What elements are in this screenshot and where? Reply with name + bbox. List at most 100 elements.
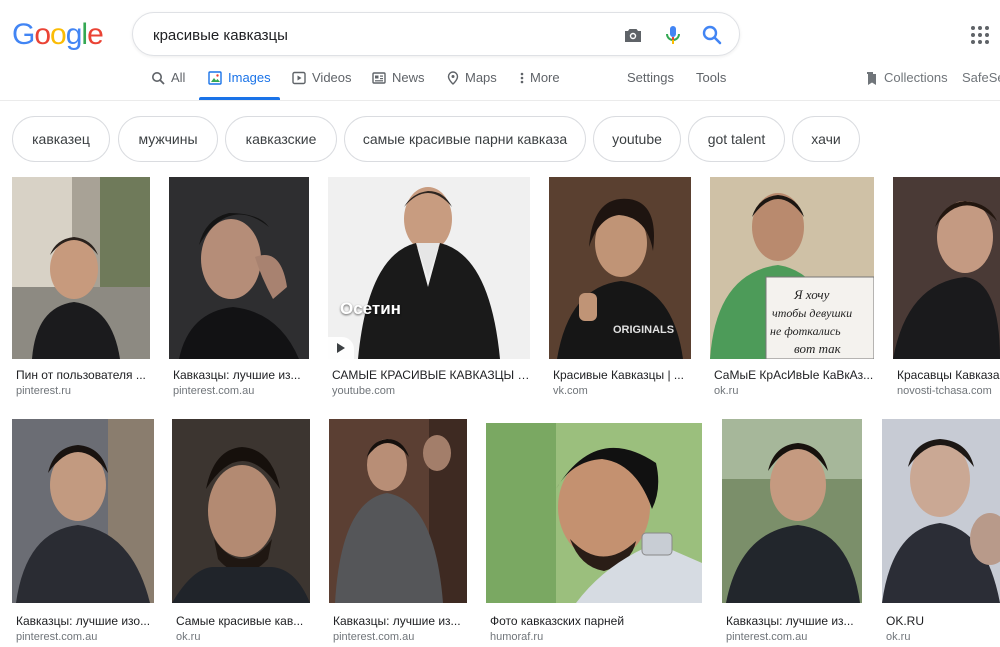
result-thumbnail[interactable] bbox=[722, 419, 862, 603]
apps-grid-icon[interactable] bbox=[970, 25, 990, 45]
tab-settings[interactable]: Settings bbox=[627, 70, 674, 100]
result-source[interactable]: pinterest.com.au bbox=[16, 631, 152, 643]
related-chip[interactable]: мужчины bbox=[118, 116, 218, 162]
result-title[interactable]: Красивые Кавказцы | ... bbox=[553, 368, 689, 382]
play-icon bbox=[337, 343, 345, 353]
tab-tools[interactable]: Tools bbox=[696, 70, 726, 100]
result-thumbnail[interactable] bbox=[893, 177, 1000, 359]
image-result[interactable]: Кавказцы: лучшие из... pinterest.com.au bbox=[722, 419, 864, 643]
svg-text:ORIGINALS: ORIGINALS bbox=[613, 324, 674, 336]
image-result[interactable]: ORIGINALS Красивые Кавказцы | ... vk.com bbox=[549, 177, 691, 399]
result-title[interactable]: Самые красивые кав... bbox=[176, 614, 310, 628]
result-thumbnail[interactable] bbox=[882, 419, 1000, 603]
image-result[interactable]: Самые красивые кав... ok.ru bbox=[172, 419, 312, 643]
search-tabs: All Images Videos News Maps More Setting… bbox=[0, 60, 1000, 100]
result-thumbnail[interactable] bbox=[486, 423, 702, 603]
result-source[interactable]: pinterest.com.au bbox=[726, 631, 862, 643]
related-chip[interactable]: youtube bbox=[593, 116, 681, 162]
result-thumbnail[interactable] bbox=[172, 419, 310, 603]
image-result[interactable]: Я хочу чтобы девушки не фоткались вот та… bbox=[710, 177, 876, 399]
video-badge bbox=[328, 337, 354, 359]
tab-images-label: Images bbox=[228, 70, 271, 85]
safesearch-link[interactable]: SafeSe bbox=[962, 70, 1000, 100]
tab-all-label: All bbox=[171, 70, 186, 85]
result-title[interactable]: Кавказцы: лучшие изо... bbox=[16, 614, 152, 628]
result-source[interactable]: pinterest.com.au bbox=[333, 631, 467, 643]
result-source[interactable]: novosti-tchasa.com bbox=[897, 385, 1000, 397]
result-title[interactable]: Кавказцы: лучшие из... bbox=[333, 614, 467, 628]
result-thumbnail[interactable]: ORIGINALS bbox=[549, 177, 691, 359]
result-thumbnail[interactable] bbox=[169, 177, 309, 359]
mic-icon[interactable] bbox=[661, 23, 685, 47]
result-source[interactable]: vk.com bbox=[553, 385, 689, 397]
search-small-icon bbox=[152, 72, 165, 85]
image-result[interactable]: OK.RU ok.ru bbox=[882, 419, 1000, 643]
related-chip[interactable]: got talent bbox=[688, 116, 785, 162]
map-pin-icon bbox=[447, 71, 459, 85]
result-title[interactable]: Красавцы Кавказа bbox=[897, 368, 1000, 382]
image-result[interactable]: Пин от пользователя ... pinterest.ru bbox=[12, 177, 152, 399]
result-title[interactable]: Кавказцы: лучшие из... bbox=[173, 368, 307, 382]
result-source[interactable]: ok.ru bbox=[714, 385, 874, 397]
google-logo[interactable]: Google bbox=[12, 18, 104, 52]
tab-settings-label: Settings bbox=[627, 70, 674, 85]
result-thumbnail[interactable] bbox=[12, 419, 154, 603]
news-icon bbox=[372, 72, 386, 84]
bookmark-icon bbox=[867, 72, 876, 85]
tab-all[interactable]: All bbox=[151, 70, 185, 100]
result-thumbnail[interactable] bbox=[329, 419, 467, 603]
search-input[interactable] bbox=[153, 24, 593, 46]
image-result[interactable]: Фото кавказских парней humoraf.ru bbox=[486, 419, 704, 643]
collections-link[interactable]: Collections bbox=[864, 70, 948, 100]
tab-more[interactable]: More bbox=[520, 70, 560, 100]
logo-letter: o bbox=[50, 18, 67, 51]
result-title[interactable]: OK.RU bbox=[886, 614, 1000, 628]
result-title[interactable]: Фото кавказских парней bbox=[490, 614, 702, 628]
image-result[interactable]: Красавцы Кавказа novosti-tchasa.com bbox=[893, 177, 1000, 399]
related-chip[interactable]: хачи bbox=[792, 116, 860, 162]
svg-text:Я хочу: Я хочу bbox=[793, 287, 830, 302]
tab-maps[interactable]: Maps bbox=[447, 70, 497, 100]
header-divider bbox=[0, 100, 1000, 101]
chip-label: самые красивые парни кавказа bbox=[362, 131, 568, 147]
search-box[interactable] bbox=[132, 12, 740, 56]
svg-text:вот так: вот так bbox=[794, 341, 842, 356]
tab-videos-label: Videos bbox=[312, 70, 352, 85]
tab-tools-label: Tools bbox=[696, 70, 727, 85]
chip-label: кавказец bbox=[32, 131, 90, 147]
logo-letter: o bbox=[34, 18, 51, 51]
image-result[interactable]: Кавказцы: лучшие из... pinterest.com.au bbox=[329, 419, 469, 643]
camera-icon[interactable] bbox=[621, 23, 645, 47]
related-chip[interactable]: кавказец bbox=[12, 116, 110, 162]
related-chip[interactable]: самые красивые парни кавказа bbox=[344, 116, 586, 162]
image-result[interactable]: Кавказцы: лучшие изо... pinterest.com.au bbox=[12, 419, 154, 643]
result-source[interactable]: ok.ru bbox=[176, 631, 310, 643]
result-thumbnail[interactable]: Я хочу чтобы девушки не фоткались вот та… bbox=[710, 177, 874, 359]
safesearch-label: SafeSe bbox=[962, 70, 1000, 85]
chip-label: хачи bbox=[811, 131, 841, 147]
tab-more-label: More bbox=[530, 70, 560, 85]
result-title[interactable]: Пин от пользователя ... bbox=[16, 368, 150, 382]
result-source[interactable]: ok.ru bbox=[886, 631, 1000, 643]
chip-label: youtube bbox=[612, 131, 662, 147]
result-source[interactable]: pinterest.ru bbox=[16, 385, 150, 397]
result-title[interactable]: Кавказцы: лучшие из... bbox=[726, 614, 862, 628]
result-title[interactable]: САМЫЕ КРАСИВЫЕ КАВКАЗЦЫ И... bbox=[332, 368, 530, 382]
tab-images[interactable]: Images bbox=[208, 70, 271, 100]
image-result[interactable]: Осетин САМЫЕ КРАСИВЫЕ КАВКАЗЦЫ И... yout… bbox=[328, 177, 532, 399]
video-icon bbox=[292, 71, 306, 85]
result-source[interactable]: pinterest.com.au bbox=[173, 385, 307, 397]
related-chip[interactable]: кавказские bbox=[225, 116, 337, 162]
result-source[interactable]: youtube.com bbox=[332, 385, 530, 397]
search-icon[interactable] bbox=[700, 23, 724, 47]
tab-news[interactable]: News bbox=[372, 70, 425, 100]
result-source[interactable]: humoraf.ru bbox=[490, 631, 702, 643]
image-result[interactable]: Кавказцы: лучшие из... pinterest.com.au bbox=[169, 177, 309, 399]
collections-label: Collections bbox=[884, 70, 948, 85]
svg-text:чтобы девушки: чтобы девушки bbox=[772, 306, 852, 320]
tab-videos[interactable]: Videos bbox=[292, 70, 352, 100]
result-thumbnail[interactable] bbox=[12, 177, 150, 359]
more-vert-icon bbox=[520, 72, 524, 84]
result-thumbnail[interactable]: Осетин bbox=[328, 177, 530, 359]
result-title[interactable]: СаМыЕ КрАсИвЫе КаВкАз... bbox=[714, 368, 874, 382]
